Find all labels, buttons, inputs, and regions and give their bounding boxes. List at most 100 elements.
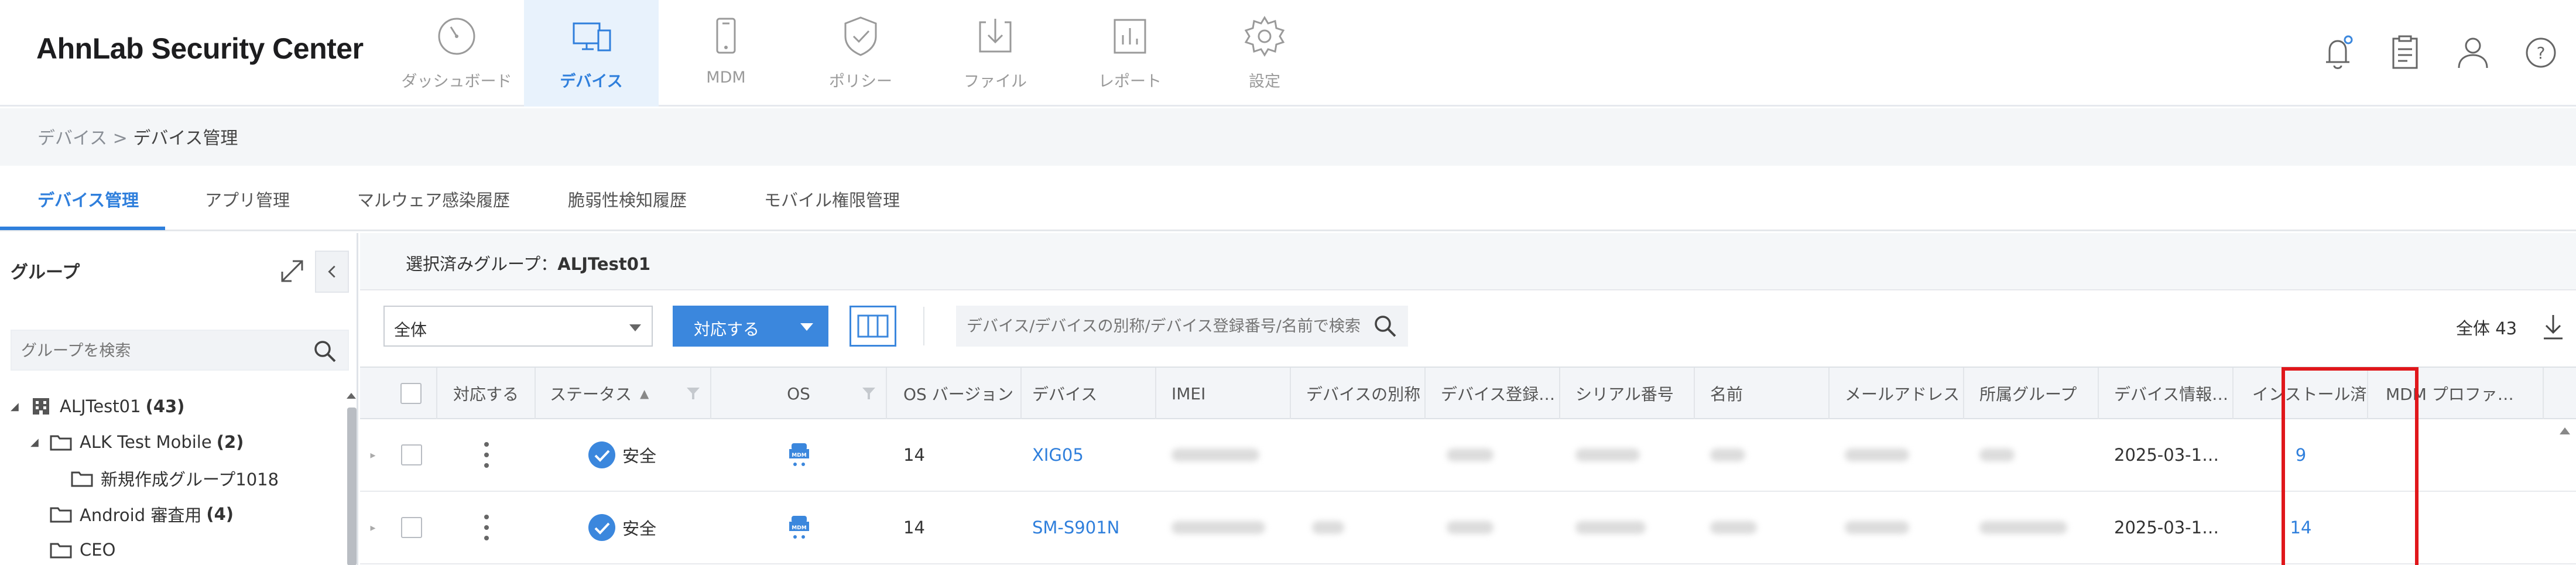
os-cell: MDM xyxy=(711,419,887,491)
row-action-menu[interactable] xyxy=(437,492,536,563)
svg-text:?: ? xyxy=(2537,43,2546,63)
tree-item-ceo[interactable]: CEO xyxy=(49,535,115,564)
row-checkbox-cell xyxy=(386,419,437,491)
table-scrollbar[interactable] xyxy=(2554,419,2576,565)
row-checkbox-cell xyxy=(386,492,437,563)
header-device-info[interactable]: デバイス情報… xyxy=(2099,368,2234,419)
selected-group-name: ALJTest01 xyxy=(557,254,651,274)
header-device-alias[interactable]: デバイスの別称 xyxy=(1291,368,1426,419)
user-icon[interactable] xyxy=(2451,30,2495,75)
tab-app-management[interactable]: アプリ管理 xyxy=(205,187,290,211)
nav-settings[interactable]: 設定 xyxy=(1197,0,1332,107)
breadcrumb-current: デバイス管理 xyxy=(133,128,238,149)
mobile-phone-icon xyxy=(703,13,749,60)
imei-cell-redacted xyxy=(1156,419,1291,491)
tree-collapse-icon[interactable]: ◢ xyxy=(11,400,23,413)
filter-dropdown[interactable]: 全体 xyxy=(383,306,653,347)
selected-group-text: 選択済みグループ：ALJTest01 xyxy=(406,251,650,275)
device-link[interactable]: SM-S901N xyxy=(1022,492,1156,563)
kebab-menu-icon[interactable] xyxy=(484,442,489,468)
table-row[interactable]: ▸ 安全 MDM 14 XIG05 2025-03-1… 9 xyxy=(360,419,2576,492)
header-action[interactable]: 対応する xyxy=(437,368,536,419)
tree-item-alk-test-mobile[interactable]: ◢ ALK Test Mobile (2) xyxy=(30,427,244,457)
row-action-menu[interactable] xyxy=(437,419,536,491)
scrollbar-thumb[interactable] xyxy=(347,408,357,565)
header-serial-number[interactable]: シリアル番号 xyxy=(1560,368,1695,419)
header-expander xyxy=(360,368,386,419)
search-icon[interactable] xyxy=(311,338,338,365)
collapse-panel-button[interactable] xyxy=(315,251,349,293)
header-device-registration[interactable]: デバイス登録… xyxy=(1426,368,1560,419)
row-expand-icon[interactable]: ▸ xyxy=(360,419,386,491)
tree-item-aljtest01[interactable]: ◢ ALJTest01 (43) xyxy=(11,392,184,421)
expand-icon[interactable] xyxy=(278,256,307,286)
help-icon[interactable]: ? xyxy=(2519,30,2563,75)
device-search-input[interactable] xyxy=(967,314,1365,338)
tree-item-new-group[interactable]: 新規作成グループ1018 xyxy=(70,464,279,493)
header-email[interactable]: メールアドレス xyxy=(1830,368,1964,419)
nav-mdm[interactable]: MDM xyxy=(659,0,793,107)
row-expand-icon[interactable]: ▸ xyxy=(360,492,386,563)
download-icon[interactable] xyxy=(2539,311,2567,342)
nav-dashboard[interactable]: ダッシュボード xyxy=(389,0,524,107)
folder-icon xyxy=(50,435,72,451)
chevron-down-icon xyxy=(629,324,641,331)
row-checkbox[interactable] xyxy=(401,444,422,465)
header-os[interactable]: OS xyxy=(711,368,887,419)
nav-policy[interactable]: ポリシー xyxy=(793,0,928,107)
device-link[interactable]: XIG05 xyxy=(1022,419,1156,491)
top-header: AhnLab Security Center ダッシュボード デバイス MDM … xyxy=(0,0,2576,107)
group-search-input[interactable] xyxy=(21,339,302,362)
tab-vulnerability-history[interactable]: 脆弱性検知履歴 xyxy=(568,187,687,211)
kebab-menu-icon[interactable] xyxy=(484,515,489,540)
header-os-version[interactable]: OS バージョン xyxy=(887,368,1022,419)
tree-item-android-review[interactable]: Android 審査用 (4) xyxy=(49,499,234,529)
svg-text:MDM: MDM xyxy=(792,525,806,531)
tab-device-management[interactable]: デバイス管理 xyxy=(37,187,139,211)
header-name[interactable]: 名前 xyxy=(1695,368,1830,419)
notification-bell-icon[interactable] xyxy=(2315,30,2360,75)
alias-cell xyxy=(1291,419,1426,491)
header-status[interactable]: ステータス ▲ xyxy=(536,368,711,419)
scroll-up-icon[interactable] xyxy=(345,390,357,402)
nav-label: ファイル xyxy=(964,73,1027,91)
select-all-checkbox[interactable] xyxy=(400,383,422,404)
devices-icon xyxy=(568,13,615,60)
nav-report[interactable]: レポート xyxy=(1063,0,1197,107)
serial-cell-redacted xyxy=(1560,492,1695,563)
tree-collapse-icon[interactable]: ◢ xyxy=(30,436,43,448)
table-header: 対応する ステータス ▲ OS OS バージョン デバイス IMEI デバイスの… xyxy=(360,367,2576,419)
table-row[interactable]: ▸ 安全 MDM 14 SM-S901N 2025-03-1… 14 xyxy=(360,492,2576,564)
device-list-panel: 選択済みグループ：ALJTest01 全体 対応する 全体 43 xyxy=(360,233,2576,565)
header-imei[interactable]: IMEI xyxy=(1156,368,1291,419)
clipboard-icon[interactable] xyxy=(2383,30,2427,75)
tree-scrollbar[interactable] xyxy=(345,390,357,565)
header-device[interactable]: デバイス xyxy=(1022,368,1156,419)
filter-icon[interactable] xyxy=(686,386,701,401)
breadcrumb-bar: デバイス > デバイス管理 xyxy=(0,108,2576,166)
scroll-up-icon[interactable] xyxy=(2554,419,2576,443)
breadcrumb-parent[interactable]: デバイス xyxy=(37,128,107,149)
folder-icon xyxy=(71,471,93,487)
header-group[interactable]: 所属グループ xyxy=(1964,368,2099,419)
sort-asc-icon[interactable]: ▲ xyxy=(640,386,649,400)
tree-item-label: ALJTest01 xyxy=(60,396,141,416)
row-checkbox[interactable] xyxy=(401,517,422,538)
sub-tabs: デバイス管理 アプリ管理 マルウェア感染履歴 脆弱性検知履歴 モバイル権限管理 xyxy=(0,166,2576,231)
os-version-cell: 14 xyxy=(903,445,925,465)
action-button[interactable]: 対応する xyxy=(673,306,828,347)
device-search xyxy=(956,306,1408,347)
tab-mobile-permissions[interactable]: モバイル権限管理 xyxy=(764,187,900,211)
search-icon[interactable] xyxy=(1372,313,1399,340)
filter-icon[interactable] xyxy=(861,386,876,401)
nav-devices[interactable]: デバイス xyxy=(524,0,659,107)
building-icon xyxy=(33,398,49,415)
group-cell-redacted xyxy=(1964,492,2099,563)
group-panel-title: グループ xyxy=(11,262,80,283)
folder-icon xyxy=(50,507,72,523)
nav-file[interactable]: ファイル xyxy=(928,0,1063,107)
tab-malware-history[interactable]: マルウェア感染履歴 xyxy=(357,187,510,211)
status-text: 安全 xyxy=(622,519,657,539)
svg-text:MDM: MDM xyxy=(792,453,806,458)
column-settings-button[interactable] xyxy=(849,306,896,347)
